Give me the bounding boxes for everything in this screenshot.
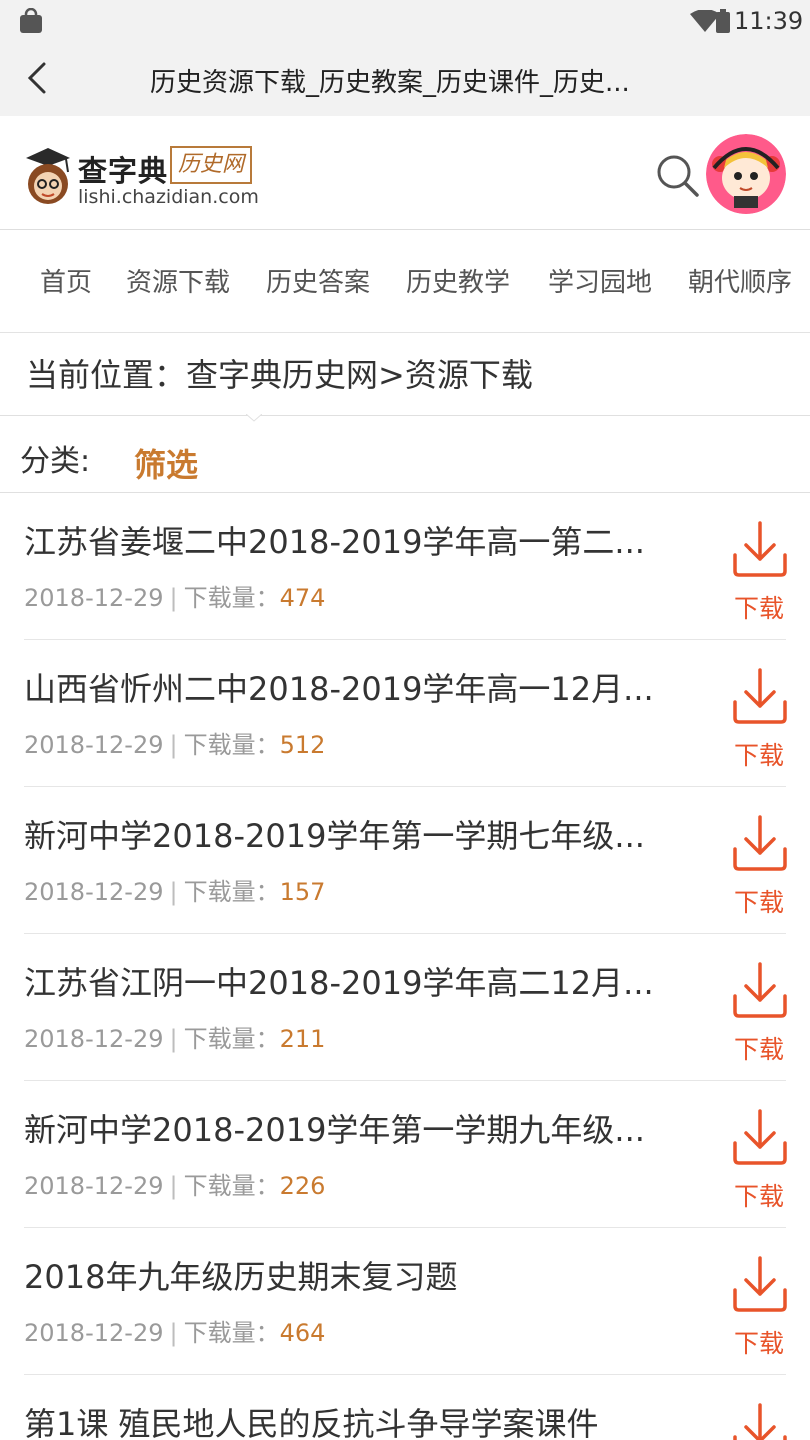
item-date: 2018-12-29 [24, 584, 164, 612]
item-meta: 2018-12-29 | 下载量：464 [24, 1319, 326, 1347]
item-meta: 2018-12-29 | 下载量：512 [24, 731, 326, 759]
item-date: 2018-12-29 [24, 878, 164, 906]
filter-label: 分类: [20, 444, 91, 479]
download-count-label: 下载量： [183, 878, 280, 906]
download-icon[interactable] [732, 1256, 788, 1314]
mascot-logo-icon [26, 148, 70, 204]
download-count-label: 下载量： [183, 584, 280, 612]
item-title[interactable]: 第1课 殖民地人民的反抗斗争导学案课件 [24, 1399, 684, 1440]
download-count-label: 下载量： [183, 1319, 280, 1347]
download-icon[interactable] [732, 668, 788, 726]
download-count-label: 下载量： [183, 1025, 280, 1053]
nav-item-answers[interactable]: 历史答案 [266, 262, 370, 299]
download-count: 464 [279, 1319, 326, 1347]
item-meta: 2018-12-29 | 下载量：211 [24, 1025, 326, 1053]
title-bar: 历史资源下载_历史教案_历史课件_历史... [0, 44, 810, 116]
item-title[interactable]: 新河中学2018-2019学年第一学期七年级... [24, 811, 684, 857]
filter-bar: 分类: 筛选 [0, 416, 810, 493]
download-count: 474 [279, 584, 326, 612]
item-title[interactable]: 江苏省姜堰二中2018-2019学年高一第二... [24, 517, 684, 563]
download-count-label: 下载量： [183, 731, 280, 759]
site-logo[interactable]: 查字典 历史网 lishi.chazidian.com [22, 144, 262, 214]
avatar-cartoon-icon [706, 134, 786, 214]
download-button[interactable]: 下载 [734, 1030, 784, 1066]
download-icon[interactable] [732, 1403, 788, 1440]
list-item[interactable]: 新河中学2018-2019学年第一学期九年级... 2018-12-29 | 下载量… [0, 1081, 810, 1228]
item-title[interactable]: 江苏省江阴一中2018-2019学年高二12月... [24, 958, 684, 1004]
nav-item-teaching[interactable]: 历史教学 [406, 262, 510, 299]
brand-name: 查字典 [78, 154, 169, 188]
item-meta: 2018-12-29 | 下载量：474 [24, 584, 326, 612]
download-button[interactable]: 下载 [734, 1324, 784, 1360]
item-date: 2018-12-29 [24, 1025, 164, 1053]
page-title: 历史资源下载_历史教案_历史课件_历史... [150, 68, 630, 98]
category-nav: 首页 资源下载 历史答案 历史教学 学习园地 朝代顺序 [0, 230, 810, 333]
nav-item-home[interactable]: 首页 [40, 262, 92, 299]
download-button[interactable]: 下载 [734, 1177, 784, 1213]
download-count-label: 下载量： [183, 1172, 280, 1200]
status-bar: 11:39 [0, 0, 810, 44]
list-item[interactable]: 2018年九年级历史期末复习题 2018-12-29 | 下载量：464 下载 [0, 1228, 810, 1375]
status-time: 11:39 [734, 7, 804, 35]
item-title[interactable]: 新河中学2018-2019学年第一学期九年级... [24, 1105, 684, 1151]
download-count: 157 [279, 878, 326, 906]
list-item[interactable]: 第1课 殖民地人民的反抗斗争导学案课件 [0, 1375, 810, 1440]
download-button[interactable]: 下载 [734, 736, 784, 772]
nav-item-downloads[interactable]: 资源下载 [126, 262, 230, 299]
item-title[interactable]: 2018年九年级历史期末复习题 [24, 1252, 684, 1298]
item-date: 2018-12-29 [24, 1172, 164, 1200]
back-arrow-icon[interactable] [24, 60, 50, 96]
download-button[interactable]: 下载 [734, 883, 784, 919]
download-icon[interactable] [732, 962, 788, 1020]
nav-item-dynasties[interactable]: 朝代顺序 [688, 262, 792, 299]
search-icon[interactable] [656, 154, 700, 198]
filter-button[interactable]: 筛选 [134, 440, 198, 486]
shopping-bag-icon [20, 8, 42, 33]
item-date: 2018-12-29 [24, 731, 164, 759]
avatar[interactable] [706, 134, 786, 214]
item-meta: 2018-12-29 | 下载量：226 [24, 1172, 326, 1200]
download-icon[interactable] [732, 815, 788, 873]
item-date: 2018-12-29 [24, 1319, 164, 1347]
nav-item-study[interactable]: 学习园地 [548, 262, 652, 299]
site-header: 查字典 历史网 lishi.chazidian.com [0, 116, 810, 230]
list-item[interactable]: 新河中学2018-2019学年第一学期七年级... 2018-12-29 | 下载量… [0, 787, 810, 934]
battery-icon [716, 9, 730, 33]
download-count: 226 [279, 1172, 326, 1200]
breadcrumb: 当前位置：查字典历史网>资源下载 [26, 356, 533, 394]
list-item[interactable]: 江苏省江阴一中2018-2019学年高二12月... 2018-12-29 | 下载… [0, 934, 810, 1081]
list-item[interactable]: 山西省忻州二中2018-2019学年高一12月... 2018-12-29 | 下载… [0, 640, 810, 787]
site-domain: lishi.chazidian.com [78, 186, 259, 208]
download-icon[interactable] [732, 521, 788, 579]
download-count: 211 [279, 1025, 326, 1053]
item-title[interactable]: 山西省忻州二中2018-2019学年高一12月... [24, 664, 684, 710]
download-count: 512 [279, 731, 326, 759]
list-item[interactable]: 江苏省姜堰二中2018-2019学年高一第二... 2018-12-29 | 下载量… [0, 493, 810, 640]
download-icon[interactable] [732, 1109, 788, 1167]
brand-stamp: 历史网 [170, 146, 253, 184]
download-button[interactable]: 下载 [734, 589, 784, 625]
item-meta: 2018-12-29 | 下载量：157 [24, 878, 326, 906]
